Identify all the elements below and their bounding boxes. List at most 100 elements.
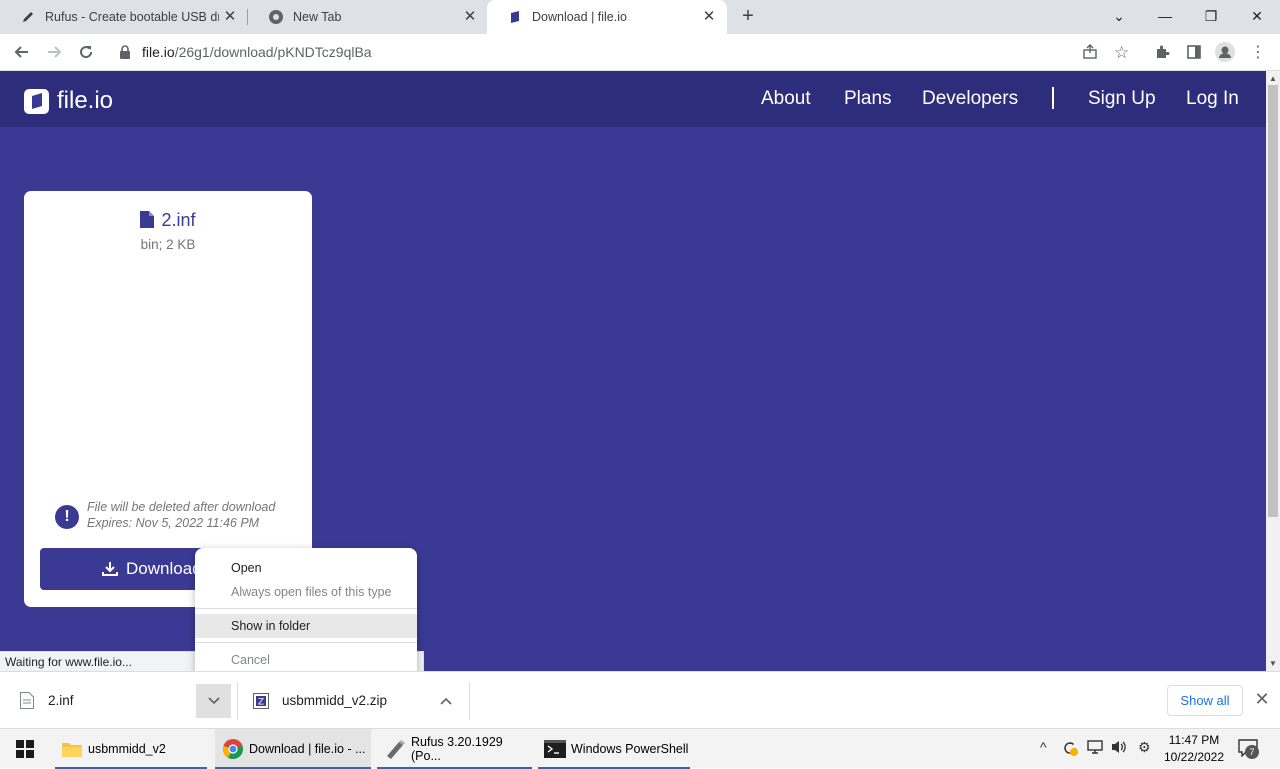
- download-item-2inf[interactable]: 2.inf: [20, 672, 74, 729]
- chevron-down-icon[interactable]: [196, 684, 231, 718]
- logo-text: file.io: [57, 87, 114, 114]
- generic-file-icon: [20, 692, 34, 709]
- chevron-up-icon[interactable]: ^: [1040, 739, 1047, 755]
- scroll-thumb[interactable]: [1268, 85, 1278, 517]
- url-text[interactable]: file.io/26g1/download/pKNDTcz9qlBa: [142, 44, 372, 60]
- tab-search-icon[interactable]: ⌄: [1107, 4, 1131, 28]
- close-icon[interactable]: ✕: [462, 9, 478, 25]
- tab-title: Download | file.io: [532, 10, 627, 24]
- zip-file-icon: Z: [253, 692, 269, 709]
- profile-avatar-icon[interactable]: [1214, 41, 1236, 63]
- volume-icon[interactable]: [1110, 739, 1128, 758]
- window-close-icon[interactable]: ✕: [1245, 4, 1269, 28]
- nav-sign-up[interactable]: Sign Up: [1088, 88, 1156, 110]
- taskbar-app-rufus[interactable]: Rufus 3.20.1929 (Po...: [377, 729, 532, 769]
- menu-divider: [195, 642, 417, 643]
- download-item-usbmmidd[interactable]: Z usbmmidd_v2.zip: [253, 672, 387, 729]
- url-path: /26g1/download/pKNDTcz9qlBa: [174, 44, 372, 60]
- svg-text:Z: Z: [258, 697, 264, 707]
- taskbar-app-label: usbmmidd_v2: [88, 742, 166, 756]
- close-icon[interactable]: ✕: [701, 9, 717, 25]
- windows-start-icon[interactable]: [10, 729, 40, 769]
- network-icon[interactable]: [1086, 739, 1104, 758]
- taskbar-app-label: Windows PowerShell: [571, 742, 689, 756]
- tab-rufus[interactable]: Rufus - Create bootable USB drive ✕: [0, 0, 248, 34]
- taskbar-app-explorer[interactable]: usbmmidd_v2: [55, 729, 207, 769]
- show-all-button[interactable]: Show all: [1167, 685, 1243, 716]
- nav-about[interactable]: About: [761, 88, 811, 110]
- notification-badge: 7: [1245, 745, 1259, 759]
- menu-divider: [195, 608, 417, 609]
- taskbar-app-powershell[interactable]: Windows PowerShell: [538, 729, 690, 769]
- side-panel-icon[interactable]: [1183, 41, 1205, 63]
- notification-center-icon[interactable]: 7: [1238, 739, 1259, 762]
- url-host: file.io: [142, 44, 175, 60]
- expiry-date: Expires: Nov 5, 2022 11:46 PM: [87, 516, 260, 530]
- taskbar-app-chrome[interactable]: Download | file.io - ...: [215, 729, 371, 769]
- taskbar-app-label: Download | file.io - ...: [249, 742, 366, 756]
- tab-download-fileio[interactable]: Download | file.io ✕: [487, 0, 727, 34]
- folder-icon: [62, 741, 82, 757]
- file-icon: [140, 211, 155, 233]
- site-header: file.io About Plans Developers Sign Up L…: [0, 71, 1266, 127]
- web-page: file.io About Plans Developers Sign Up L…: [0, 71, 1266, 671]
- nav-divider: [1052, 87, 1054, 109]
- fileio-icon: [507, 9, 523, 25]
- chrome-icon: [268, 9, 284, 25]
- sync-warning-icon[interactable]: [1061, 739, 1079, 760]
- download-filename: 2.inf: [48, 693, 74, 708]
- fileio-logo-icon: [24, 88, 49, 114]
- tab-new-tab[interactable]: New Tab ✕: [248, 0, 488, 34]
- file-name-row: 2.inf: [24, 210, 312, 233]
- back-icon[interactable]: [11, 41, 33, 63]
- restore-icon[interactable]: ❐: [1199, 4, 1223, 28]
- clock-date: 10/22/2022: [1163, 750, 1225, 764]
- download-context-menu: Open Always open files of this type Show…: [195, 548, 417, 682]
- pen-icon: [20, 9, 36, 25]
- terminal-icon: [544, 740, 566, 758]
- menu-item-always-open[interactable]: Always open files of this type: [195, 580, 417, 604]
- download-button-label: Download: [126, 559, 202, 578]
- nav-plans[interactable]: Plans: [844, 88, 892, 110]
- share-icon[interactable]: [1082, 44, 1098, 65]
- scroll-up-arrow-icon[interactable]: ▲: [1269, 74, 1277, 83]
- reload-icon[interactable]: [75, 41, 97, 63]
- tab-strip: Rufus - Create bootable USB drive ✕ New …: [0, 0, 1280, 34]
- settings-gear-icon[interactable]: ⚙: [1138, 739, 1151, 756]
- bookmark-star-icon[interactable]: ☆: [1114, 43, 1129, 63]
- system-clock[interactable]: 11:47 PM 10/22/2022: [1158, 732, 1230, 766]
- tab-title: New Tab: [293, 10, 342, 24]
- clock-time: 11:47 PM: [1168, 733, 1220, 747]
- shelf-divider: [237, 682, 238, 720]
- chevron-up-icon[interactable]: [434, 684, 458, 718]
- deletion-warning: File will be deleted after download: [87, 500, 276, 514]
- exclamation-icon: !: [55, 505, 79, 529]
- minimize-icon[interactable]: —: [1153, 4, 1177, 28]
- download-filename: usbmmidd_v2.zip: [282, 693, 388, 708]
- browser-toolbar: file.io/26g1/download/pKNDTcz9qlBa ☆ ⋮: [0, 34, 1280, 71]
- extensions-icon[interactable]: [1151, 41, 1173, 63]
- nav-log-in[interactable]: Log In: [1186, 88, 1239, 110]
- address-bar[interactable]: file.io/26g1/download/pKNDTcz9qlBa ☆: [107, 38, 1147, 67]
- close-icon[interactable]: ✕: [222, 9, 238, 25]
- windows-taskbar: usbmmidd_v2 Download | file.io - ... Ruf…: [0, 728, 1280, 769]
- nav-developers[interactable]: Developers: [922, 88, 1018, 110]
- close-icon[interactable]: ✕: [1252, 689, 1272, 709]
- menu-item-show-in-folder[interactable]: Show in folder: [195, 614, 417, 638]
- menu-item-open[interactable]: Open: [195, 556, 417, 580]
- shelf-divider: [469, 682, 470, 720]
- lock-icon[interactable]: [119, 45, 131, 64]
- usb-drive-icon: [384, 739, 406, 759]
- page-scrollbar[interactable]: ▲ ▼: [1266, 71, 1280, 671]
- file-meta: bin; 2 KB: [140, 237, 196, 252]
- site-logo[interactable]: file.io: [24, 87, 113, 115]
- download-icon: [102, 561, 118, 577]
- forward-icon[interactable]: [43, 41, 65, 63]
- menu-item-cancel[interactable]: Cancel: [195, 648, 417, 672]
- scroll-down-arrow-icon[interactable]: ▼: [1269, 659, 1277, 668]
- new-tab-button[interactable]: +: [737, 6, 759, 28]
- download-shelf: 2.inf Z usbmmidd_v2.zip Show all ✕: [0, 671, 1280, 728]
- tab-title: Rufus - Create bootable USB drive: [45, 10, 219, 24]
- menu-kebab-icon[interactable]: ⋮: [1247, 41, 1269, 63]
- file-card: 2.inf bin; 2 KB ! File will be deleted a…: [24, 191, 312, 607]
